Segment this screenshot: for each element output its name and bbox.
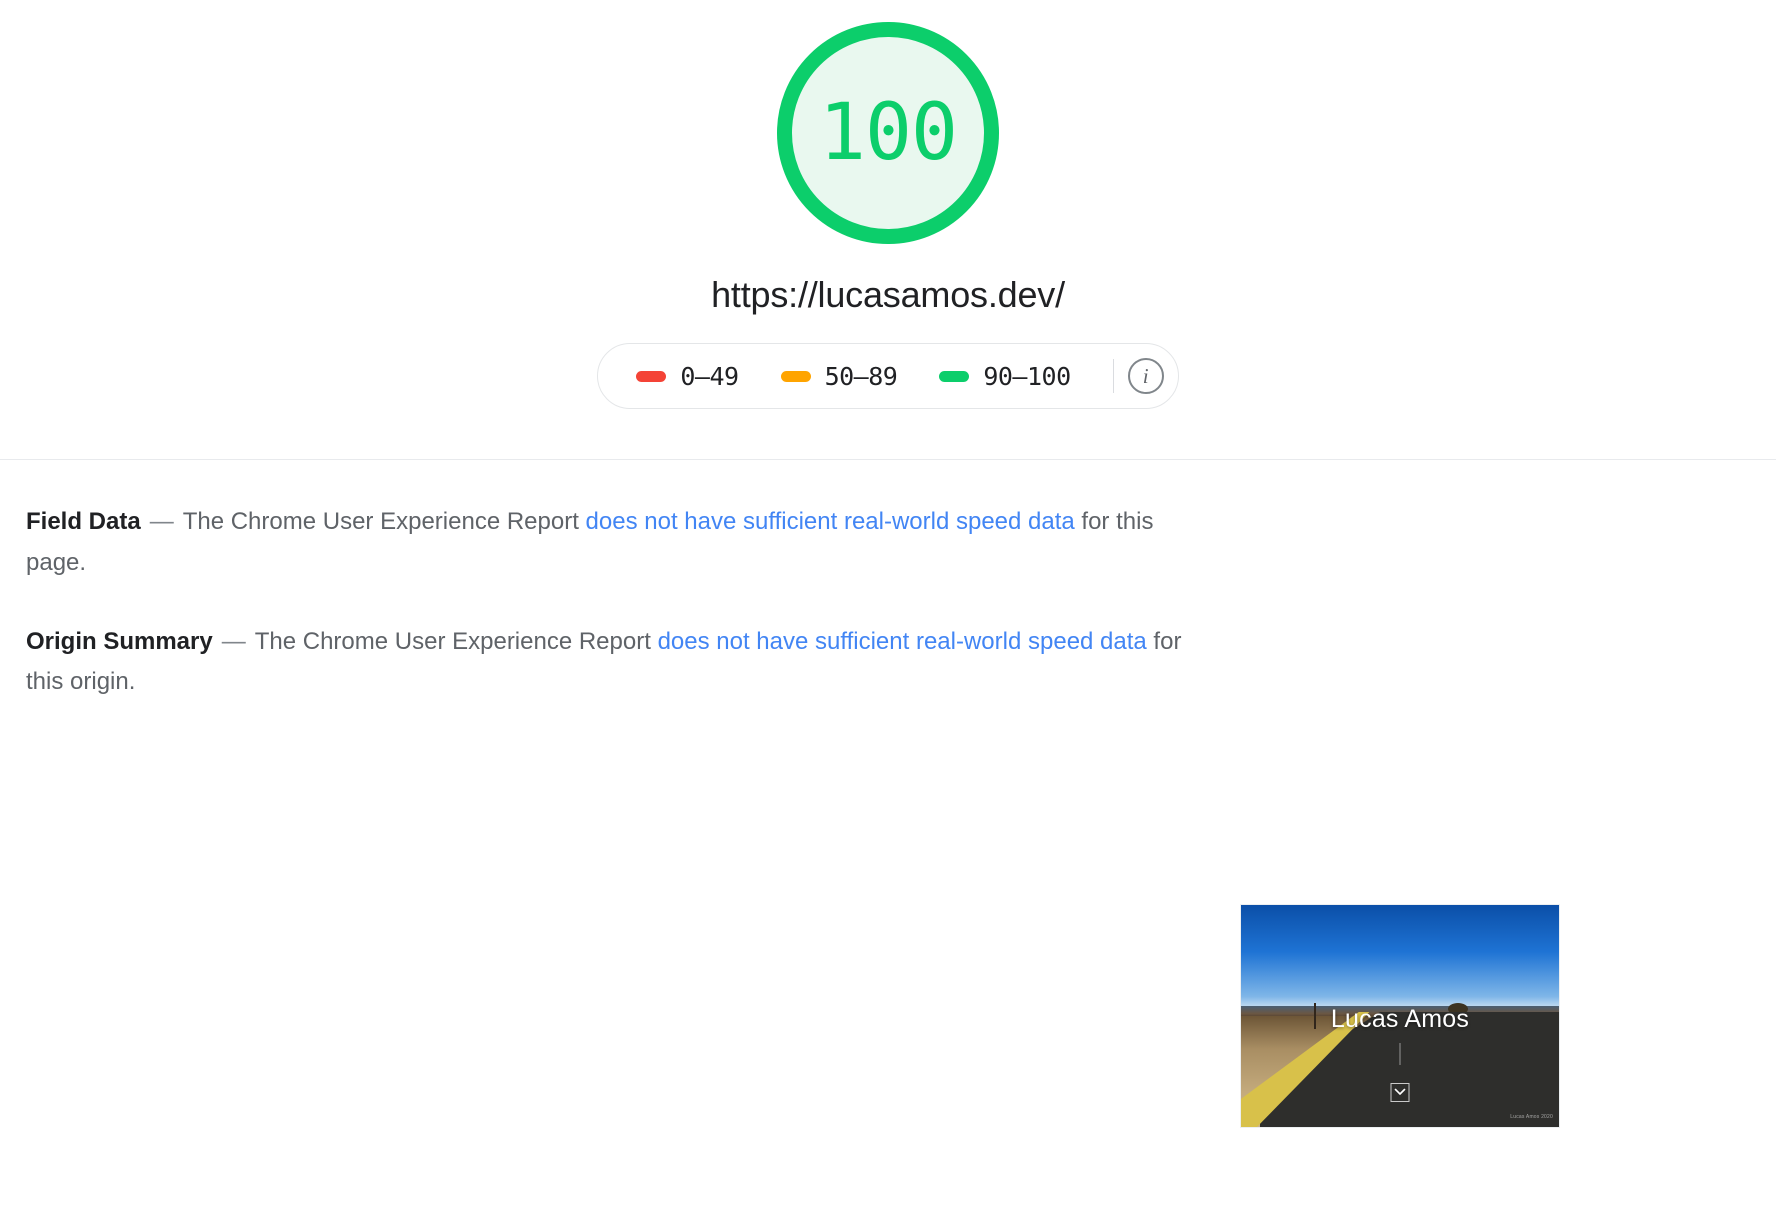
summary-text-column: Field Data — The Chrome User Experience Re…: [26, 502, 1216, 741]
pagespeed-report: 100 https://lucasamos.dev/ 0–49 50–89 90…: [0, 0, 1776, 1210]
field-data-text-before: The Chrome User Experience Report: [182, 508, 586, 535]
score-gauge: 100: [777, 22, 999, 244]
legend-divider: [1112, 359, 1114, 393]
origin-summary-link[interactable]: does not have sufficient real-world spee…: [658, 628, 1147, 655]
thumbnail-watermark: Lucas Amos 2020: [1510, 1114, 1553, 1120]
score-legend: 0–49 50–89 90–100 i: [597, 343, 1179, 409]
origin-summary-text-before: The Chrome User Experience Report: [254, 627, 658, 655]
field-data-block: Field Data — The Chrome User Experience Re…: [26, 502, 1206, 584]
page-screenshot-thumbnail[interactable]: Lucas Amos Lucas Amos 2020: [1240, 904, 1560, 1128]
origin-summary-dash: —: [221, 627, 246, 655]
legend-item-orange: 50–89: [780, 361, 940, 391]
legend-label-green: 90–100: [983, 361, 1071, 391]
legend-label-red: 0–49: [680, 361, 739, 391]
field-data-dash: —: [149, 508, 174, 535]
thumbnail-overlay-title: Lucas Amos: [1330, 1004, 1470, 1033]
info-icon-glyph: i: [1142, 363, 1149, 388]
score-value: 100: [819, 88, 958, 178]
page-url: https://lucasamos.dev/: [711, 274, 1065, 315]
report-body: Field Data — The Chrome User Experience Re…: [0, 460, 1776, 1128]
field-data-link[interactable]: does not have sufficient real-world spee…: [586, 508, 1075, 535]
origin-summary-title: Origin Summary: [26, 627, 213, 655]
legend-label-orange: 50–89: [824, 361, 898, 391]
chevron-down-icon[interactable]: [1390, 1082, 1410, 1102]
thumbnail-divider-tick: [1399, 1042, 1401, 1065]
legend-dash-red-icon: [636, 370, 667, 382]
legend-dash-green-icon: [939, 370, 970, 382]
score-header: 100 https://lucasamos.dev/ 0–49 50–89 90…: [0, 0, 1776, 460]
score-gauge-ring: 100: [777, 22, 999, 244]
legend-item-red: 0–49: [636, 362, 780, 391]
field-data-title: Field Data: [26, 508, 141, 535]
origin-summary-block: Origin Summary — The Chrome User Experienc…: [26, 622, 1206, 704]
legend-dash-orange-icon: [780, 370, 811, 382]
info-icon[interactable]: i: [1127, 358, 1164, 394]
legend-item-green: 90–100: [939, 362, 1112, 391]
thumbnail-sky: [1241, 905, 1559, 1010]
